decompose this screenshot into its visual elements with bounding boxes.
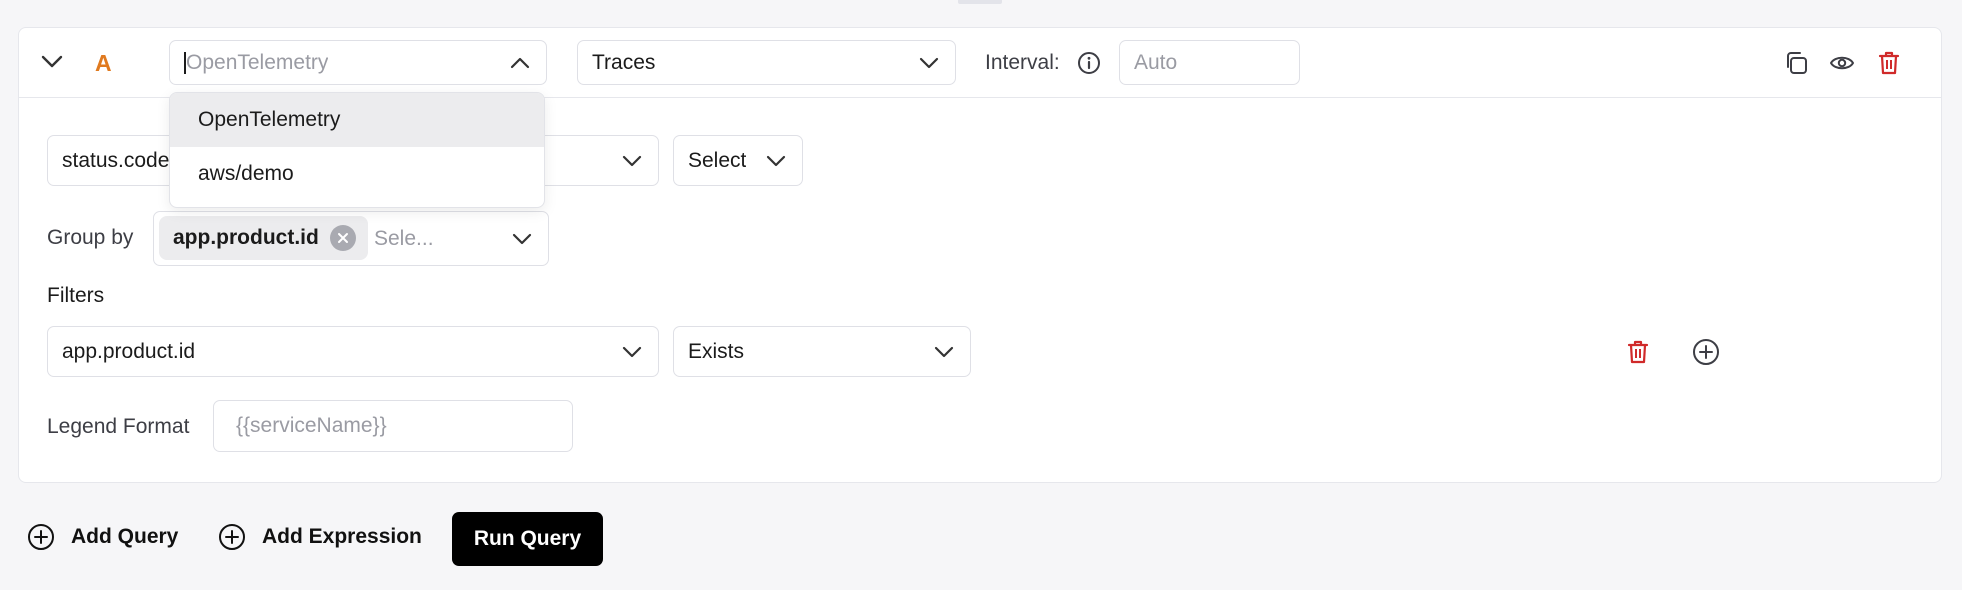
filter-attribute-select[interactable]: app.product.id	[47, 326, 659, 377]
chevron-down-icon	[622, 155, 642, 167]
signal-value: Traces	[592, 50, 656, 74]
signal-select[interactable]: Traces	[577, 40, 956, 85]
delete-query-icon[interactable]	[1874, 48, 1904, 78]
interval-input[interactable]: Auto	[1119, 40, 1300, 85]
legend-format-input[interactable]: {{serviceName}}	[213, 400, 573, 452]
data-source-input[interactable]: OpenTelemetry	[169, 40, 547, 85]
group-by-placeholder: Sele...	[374, 226, 434, 250]
aggregate-operator-value: Select	[688, 148, 747, 172]
plus-circle-icon	[219, 524, 245, 550]
filter-operator-select[interactable]: Exists	[673, 326, 971, 377]
add-query-label: Add Query	[71, 525, 179, 548]
chevron-down-icon	[919, 57, 939, 69]
filter-attribute-value: app.product.id	[62, 339, 196, 363]
aggregate-operator-select[interactable]: Select	[673, 135, 803, 186]
top-tab-indicator	[958, 0, 1002, 4]
dropdown-option[interactable]: OpenTelemetry	[170, 93, 544, 147]
run-query-button[interactable]: Run Query	[452, 512, 603, 566]
chevron-up-icon	[510, 57, 530, 69]
add-filter-icon[interactable]	[1691, 337, 1721, 367]
delete-filter-icon[interactable]	[1623, 337, 1653, 367]
chevron-down-icon	[512, 233, 532, 245]
interval-label: Interval:	[985, 51, 1060, 74]
add-expression-button[interactable]: Add Expression	[218, 523, 422, 551]
interval-placeholder: Auto	[1134, 50, 1178, 74]
remove-tag-icon[interactable]	[330, 225, 356, 251]
chevron-down-icon	[622, 346, 642, 358]
copy-icon[interactable]	[1781, 48, 1811, 78]
query-letter: A	[95, 50, 112, 76]
info-icon[interactable]	[1076, 50, 1102, 76]
legend-format-placeholder: {{serviceName}}	[236, 414, 387, 437]
collapse-chevron-icon[interactable]	[37, 47, 67, 77]
chevron-down-icon	[934, 346, 954, 358]
group-by-tag-label: app.product.id	[173, 226, 319, 249]
dropdown-option[interactable]: aws/demo	[170, 147, 544, 201]
data-source-placeholder: OpenTelemetry	[186, 50, 329, 74]
group-by-label: Group by	[47, 226, 134, 249]
group-by-tag: app.product.id	[159, 216, 368, 260]
add-query-button[interactable]: Add Query	[27, 523, 178, 551]
data-source-dropdown: OpenTelemetry aws/demo	[169, 92, 545, 208]
eye-icon[interactable]	[1827, 48, 1857, 78]
add-expression-label: Add Expression	[262, 525, 422, 548]
filters-label: Filters	[47, 284, 105, 307]
plus-circle-icon	[28, 524, 54, 550]
aggregate-attribute-value: status.code	[62, 148, 170, 172]
legend-format-label: Legend Format	[47, 415, 190, 438]
chevron-down-icon	[766, 155, 786, 167]
filter-operator-value: Exists	[688, 339, 745, 363]
